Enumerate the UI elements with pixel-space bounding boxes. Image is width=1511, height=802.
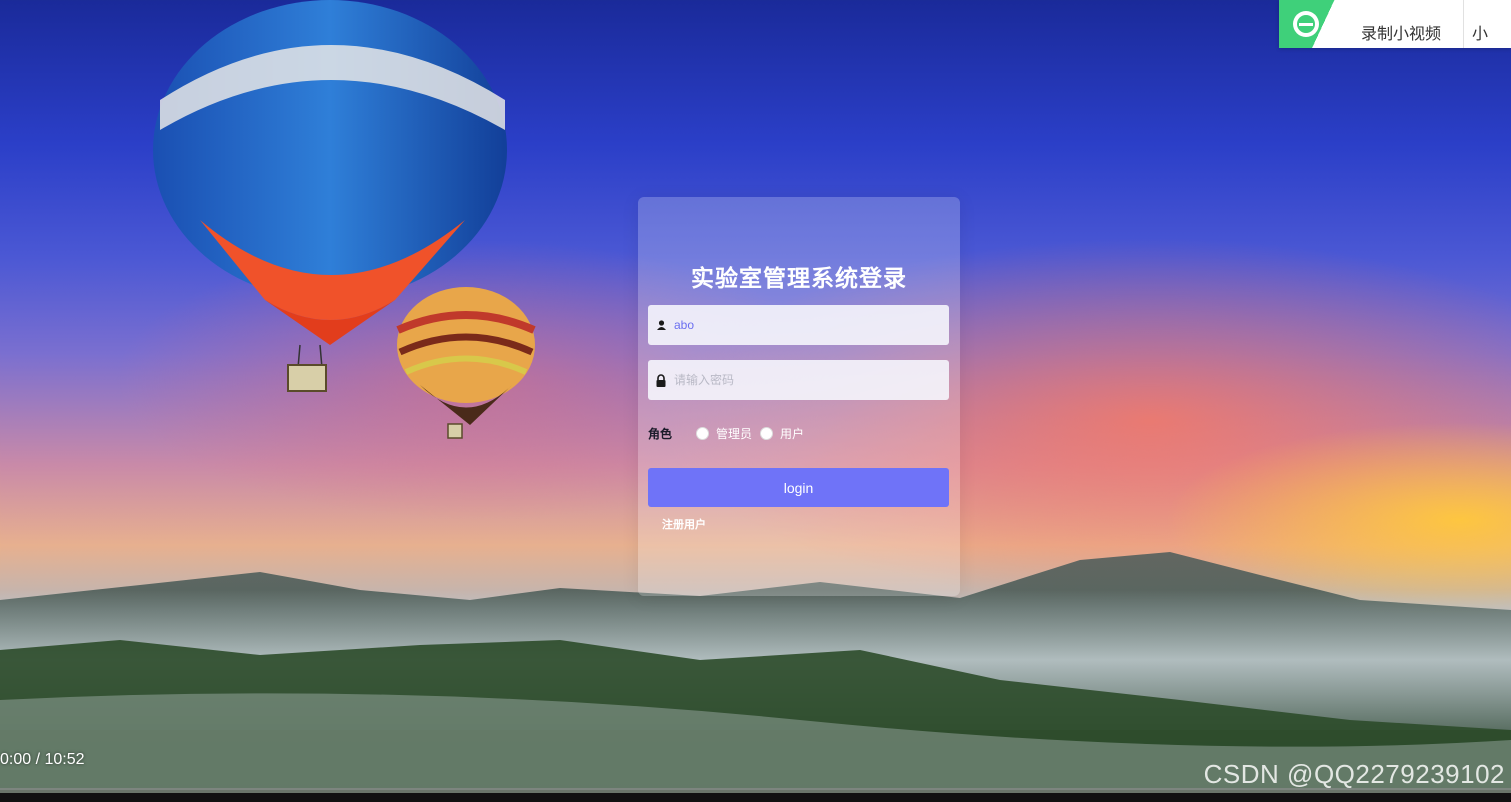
username-field[interactable]: [648, 305, 949, 345]
register-link[interactable]: 注册用户: [662, 516, 706, 532]
watermark: CSDN @QQ2279239102: [1203, 759, 1505, 789]
radio-circle[interactable]: [696, 426, 710, 440]
lock-icon: [648, 373, 674, 387]
role-label: 角色: [648, 426, 673, 441]
widget-divider: [1463, 0, 1465, 48]
login-title: 实验室管理系统登录: [691, 265, 907, 291]
user-icon: [648, 320, 674, 330]
password-input[interactable]: [674, 360, 934, 400]
role-user-radio[interactable]: 用户: [760, 425, 804, 442]
video-time: 0:00 / 10:52: [0, 751, 85, 768]
player-control-strip: [0, 793, 1511, 802]
role-admin-radio[interactable]: 管理员: [696, 425, 752, 442]
role-selector: 角色 管理员 用户: [648, 424, 812, 442]
username-input[interactable]: [674, 305, 934, 345]
role-admin-label: 管理员: [716, 426, 753, 441]
radio-circle[interactable]: [760, 426, 774, 440]
record-video-widget[interactable]: 录制小视频 小: [1279, 0, 1511, 48]
role-user-label: 用户: [780, 426, 805, 441]
login-panel: 实验室管理系统登录 角色 管理员 用户 login 注册用户: [638, 197, 960, 596]
small-balloon: [396, 287, 536, 439]
widget-more-label[interactable]: 小: [1472, 4, 1488, 44]
login-button[interactable]: login: [648, 468, 949, 507]
password-field[interactable]: [648, 360, 949, 400]
browser-logo-icon: [1279, 0, 1349, 48]
record-video-label[interactable]: 录制小视频: [1361, 4, 1441, 44]
